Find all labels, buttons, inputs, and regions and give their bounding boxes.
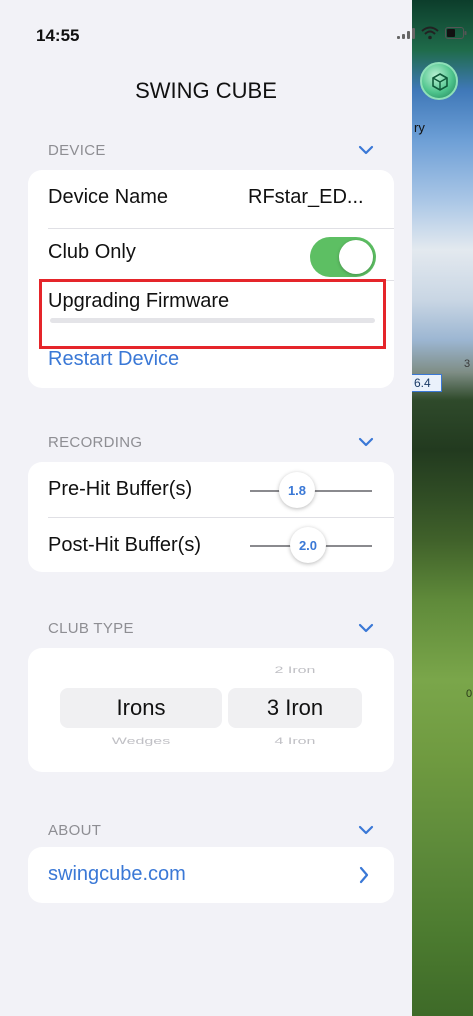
chevron-down-icon[interactable] bbox=[358, 144, 374, 156]
settings-panel: 14:55 SWING CUBE DEVICE Device Name RFst… bbox=[0, 0, 412, 1016]
post-hit-label: Post-Hit Buffer(s) bbox=[48, 534, 201, 556]
background-label: ry bbox=[414, 120, 425, 135]
status-time: 14:55 bbox=[36, 26, 80, 45]
background-scene: ry 3 6.4 0 bbox=[412, 0, 473, 1016]
category-selected[interactable]: Irons bbox=[60, 695, 222, 721]
chevron-down-icon[interactable] bbox=[358, 824, 374, 836]
chevron-down-icon[interactable] bbox=[358, 436, 374, 448]
divider bbox=[48, 280, 394, 281]
club-next[interactable]: 4 Iron bbox=[228, 737, 362, 747]
category-picker[interactable]: Irons Wedges bbox=[60, 648, 222, 772]
pre-hit-slider-knob[interactable]: 1.8 bbox=[279, 472, 315, 508]
club-only-label: Club Only bbox=[48, 241, 136, 263]
chevron-down-icon[interactable] bbox=[358, 622, 374, 634]
category-next[interactable]: Wedges bbox=[60, 737, 222, 747]
website-link[interactable]: swingcube.com bbox=[48, 863, 186, 886]
device-name-row[interactable]: Device Name RFstar_ED... bbox=[28, 170, 394, 228]
firmware-label: Upgrading Firmware bbox=[48, 290, 230, 312]
wifi-icon bbox=[421, 26, 439, 40]
firmware-progress-bar bbox=[50, 318, 375, 323]
background-distance-tag: 6.4 bbox=[412, 374, 442, 392]
pre-hit-row: Pre-Hit Buffer(s) 1.8 bbox=[28, 462, 394, 517]
club-only-toggle[interactable] bbox=[310, 237, 376, 277]
club-type-card: Irons Wedges 2 Iron 3 Iron 4 Iron bbox=[28, 648, 394, 772]
club-selected[interactable]: 3 Iron bbox=[228, 695, 362, 721]
device-card: Device Name RFstar_ED... Club Only Upgra… bbox=[28, 170, 394, 388]
restart-device-button[interactable]: Restart Device bbox=[48, 348, 179, 371]
pre-hit-label: Pre-Hit Buffer(s) bbox=[48, 478, 193, 500]
section-header-recording: RECORDING bbox=[48, 434, 143, 451]
about-card[interactable]: swingcube.com bbox=[28, 847, 394, 903]
device-name-label: Device Name bbox=[48, 186, 169, 208]
section-header-about: ABOUT bbox=[48, 822, 102, 839]
post-hit-row: Post-Hit Buffer(s) 2.0 bbox=[28, 517, 394, 572]
toggle-knob bbox=[339, 240, 373, 274]
post-hit-slider-knob[interactable]: 2.0 bbox=[290, 527, 326, 563]
cellular-signal-icon bbox=[397, 27, 415, 39]
recording-card: Pre-Hit Buffer(s) 1.8 Post-Hit Buffer(s)… bbox=[28, 462, 394, 572]
cube-icon[interactable] bbox=[420, 62, 458, 100]
background-tick: 3 bbox=[464, 358, 471, 370]
section-header-device: DEVICE bbox=[48, 142, 106, 159]
chevron-right-icon[interactable] bbox=[358, 865, 370, 885]
club-only-row: Club Only bbox=[28, 228, 394, 286]
background-tick: 0 bbox=[466, 688, 473, 700]
club-picker[interactable]: 2 Iron 3 Iron 4 Iron bbox=[228, 648, 362, 772]
battery-icon bbox=[445, 27, 467, 39]
club-prev[interactable]: 2 Iron bbox=[228, 666, 362, 676]
page-title: SWING CUBE bbox=[135, 78, 277, 103]
section-header-club-type: CLUB TYPE bbox=[48, 620, 134, 637]
device-name-value: RFstar_ED... bbox=[248, 186, 364, 208]
status-icons bbox=[397, 26, 467, 40]
